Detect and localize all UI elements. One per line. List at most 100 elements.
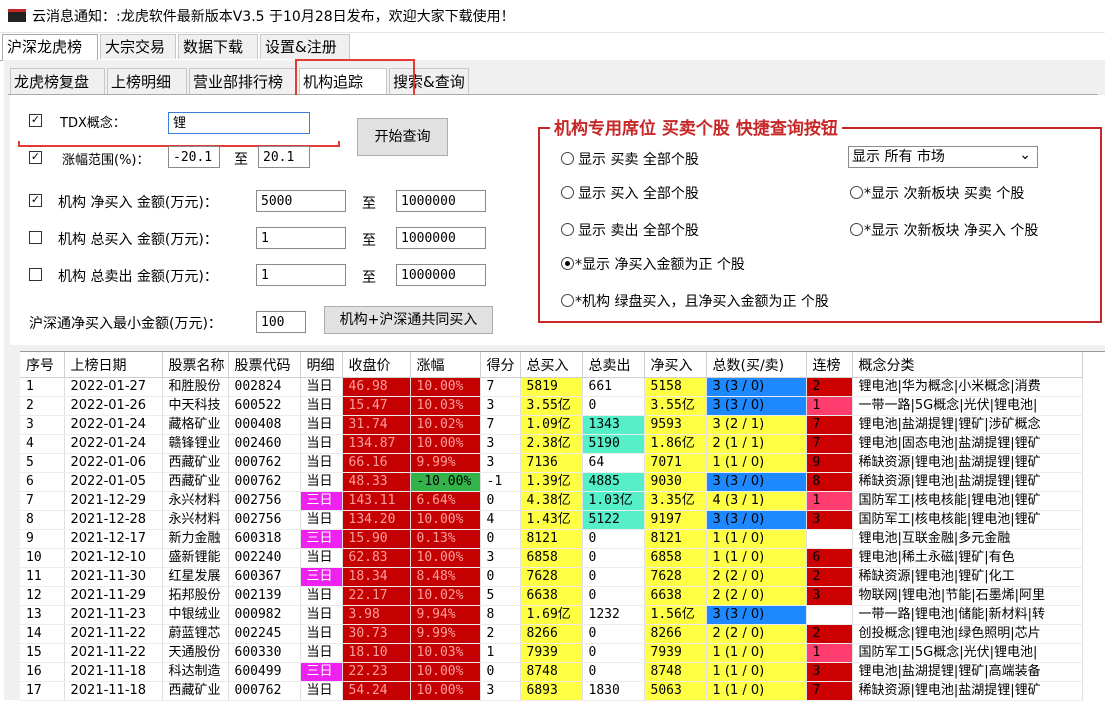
radio-new-board-net-buy[interactable]	[850, 223, 863, 236]
column-header[interactable]: 总数(买/卖)	[706, 352, 807, 378]
table-row[interactable]: 16 2021-11-18 科达制造 600499 三日 22.23 10.00% 0 8748…	[20, 662, 1083, 682]
chevron-down-icon: ⌄	[1019, 147, 1031, 163]
tab-branch-ranking[interactable]: 营业部排行榜	[189, 68, 297, 94]
table-cell: 6	[20, 472, 65, 492]
column-header[interactable]: 净买入	[644, 352, 707, 378]
radio-show-buy-all-label: 显示 买入 全部个股	[578, 186, 699, 202]
total-sell-from-input[interactable]: 1	[256, 264, 346, 286]
table-cell: 5190	[582, 434, 645, 454]
table-cell: 002139	[228, 586, 301, 606]
column-header[interactable]: 总买入	[520, 352, 583, 378]
radio-show-sell-all[interactable]	[561, 223, 574, 236]
table-cell: 15	[20, 643, 65, 663]
column-header[interactable]: 股票代码	[228, 352, 301, 378]
table-cell: 0	[582, 396, 645, 416]
table-cell: 2022-01-27	[64, 377, 163, 397]
total-buy-to-input[interactable]: 1000000	[396, 227, 486, 249]
table-cell: 002756	[228, 510, 301, 530]
table-cell: 10.03%	[410, 396, 481, 416]
net-buy-from-input[interactable]: 5000	[256, 190, 346, 212]
column-header[interactable]: 涨幅	[410, 352, 481, 378]
table-cell: 永兴材料	[162, 510, 229, 530]
table-row[interactable]: 2 2022-01-26 中天科技 600522 当日 15.47 10.03% 3 3.55亿…	[20, 396, 1083, 416]
table-row[interactable]: 5 2022-01-06 西藏矿业 000762 当日 66.16 9.99% 3 7136 64…	[20, 453, 1083, 473]
table-row[interactable]: 4 2022-01-24 赣锋锂业 002460 当日 134.87 10.00% 3 2.38…	[20, 434, 1083, 454]
total-buy-checkbox[interactable]	[29, 231, 42, 244]
table-cell: 10.00%	[410, 662, 481, 682]
column-header[interactable]: 上榜日期	[64, 352, 163, 378]
table-row[interactable]: 6 2022-01-05 西藏矿业 000762 当日 48.33 -10.00% -1 1.3…	[20, 472, 1083, 492]
tab-block-trade[interactable]: 大宗交易	[100, 34, 176, 59]
tab-detail[interactable]: 上榜明细	[107, 68, 187, 94]
market-select[interactable]: 显示 所有 市场 ⌄	[848, 146, 1038, 168]
column-header[interactable]: 股票名称	[162, 352, 229, 378]
tab-data-download[interactable]: 数据下载	[178, 34, 258, 59]
tab-review[interactable]: 龙虎榜复盘	[10, 68, 105, 94]
table-cell: 永兴材料	[162, 491, 229, 511]
table-cell: 三日	[300, 662, 343, 682]
table-cell: 当日	[300, 415, 343, 435]
net-buy-checkbox[interactable]: ✓	[29, 194, 42, 207]
table-row[interactable]: 13 2021-11-23 中银绒业 000982 当日 3.98 9.94% 8 1.69亿 1…	[20, 605, 1083, 625]
table-cell: 15.47	[342, 396, 411, 416]
institution-hsgt-joint-button[interactable]: 机构+沪深通共同买入	[324, 306, 493, 334]
range-to-input[interactable]: 20.1	[258, 146, 310, 168]
radio-show-buy-all[interactable]	[561, 186, 574, 199]
table-cell: 002245	[228, 624, 301, 644]
start-query-button[interactable]: 开始查询	[357, 118, 448, 156]
table-cell: 4 (3 / 1)	[706, 491, 807, 511]
table-row[interactable]: 8 2021-12-28 永兴材料 002756 当日 134.20 10.00% 4 1.43…	[20, 510, 1083, 530]
table-row[interactable]: 14 2021-11-22 蔚蓝锂芯 002245 当日 30.73 9.99% 2 8266 0…	[20, 624, 1083, 644]
radio-net-buy-positive[interactable]	[561, 257, 574, 270]
total-sell-checkbox[interactable]	[29, 268, 42, 281]
tab-hs-longhubang[interactable]: 沪深龙虎榜	[2, 34, 98, 61]
total-sell-label: 机构 总卖出 金额(万元)：	[58, 269, 218, 285]
table-row[interactable]: 7 2021-12-29 永兴材料 002756 三日 143.11 6.64% 0 4.38亿…	[20, 491, 1083, 511]
radio-new-board-trade[interactable]	[850, 186, 863, 199]
table-row[interactable]: 9 2021-12-17 新力金融 600318 三日 15.90 0.13% 0 8121 0 8…	[20, 529, 1083, 549]
table-row[interactable]: 17 2021-11-18 西藏矿业 000762 当日 54.24 10.00% 3 6893…	[20, 681, 1083, 701]
tdx-concept-checkbox[interactable]: ✓	[29, 114, 42, 127]
column-header[interactable]: 概念分类	[852, 352, 1083, 378]
table-cell: 2 (2 / 0)	[706, 624, 807, 644]
table-row[interactable]: 11 2021-11-30 红星发展 600367 三日 18.34 8.48% 0 7628 0…	[20, 567, 1083, 587]
table-cell: 002824	[228, 377, 301, 397]
table-cell: 18.34	[342, 567, 411, 587]
radio-show-trade-all[interactable]	[561, 152, 574, 165]
range-from-input[interactable]: -20.1	[168, 146, 220, 168]
table-row[interactable]: 1 2022-01-27 和胜股份 002824 当日 46.98 10.00% 7 5819 6…	[20, 377, 1083, 397]
table-cell: 盛新锂能	[162, 548, 229, 568]
column-header[interactable]: 总卖出	[582, 352, 645, 378]
table-cell: 9	[806, 453, 853, 473]
tdx-concept-input[interactable]: 锂	[168, 112, 310, 134]
table-cell: 1 (1 / 0)	[706, 662, 807, 682]
table-cell: 2021-12-29	[64, 491, 163, 511]
table-cell: 3 (2 / 1)	[706, 415, 807, 435]
range-checkbox[interactable]: ✓	[29, 151, 42, 164]
tab-settings-register[interactable]: 设置&注册	[260, 34, 350, 59]
table-cell: 2021-11-23	[64, 605, 163, 625]
table-row[interactable]: 12 2021-11-29 拓邦股份 002139 当日 22.17 10.02% 5 6638…	[20, 586, 1083, 606]
table-cell: 7628	[520, 567, 583, 587]
net-buy-to-input[interactable]: 1000000	[396, 190, 486, 212]
table-row[interactable]: 10 2021-12-10 盛新锂能 002240 当日 62.83 10.00% 3 6858…	[20, 548, 1083, 568]
table-row[interactable]: 3 2022-01-24 藏格矿业 000408 当日 31.74 10.02% 7 1.09亿…	[20, 415, 1083, 435]
table-cell: 1.56亿	[644, 605, 707, 625]
hsgt-input[interactable]: 100	[256, 311, 306, 333]
table-cell: 1830	[582, 681, 645, 701]
table-cell: 000408	[228, 415, 301, 435]
total-sell-to-input[interactable]: 1000000	[396, 264, 486, 286]
table-cell: 3.55亿	[644, 396, 707, 416]
table-cell: 三日	[300, 529, 343, 549]
table-row[interactable]: 15 2021-11-22 天通股份 600330 当日 18.10 10.03% 1 7939…	[20, 643, 1083, 663]
radio-green-buy-positive[interactable]	[561, 294, 574, 307]
column-header[interactable]: 收盘价	[342, 352, 411, 378]
table-cell: 3.98	[342, 605, 411, 625]
column-header[interactable]: 序号	[20, 352, 65, 378]
table-cell: 9.94%	[410, 605, 481, 625]
total-buy-from-input[interactable]: 1	[256, 227, 346, 249]
column-header[interactable]: 明细	[300, 352, 343, 378]
table-cell: 当日	[300, 453, 343, 473]
column-header[interactable]: 得分	[480, 352, 521, 378]
column-header[interactable]: 连榜	[806, 352, 853, 378]
